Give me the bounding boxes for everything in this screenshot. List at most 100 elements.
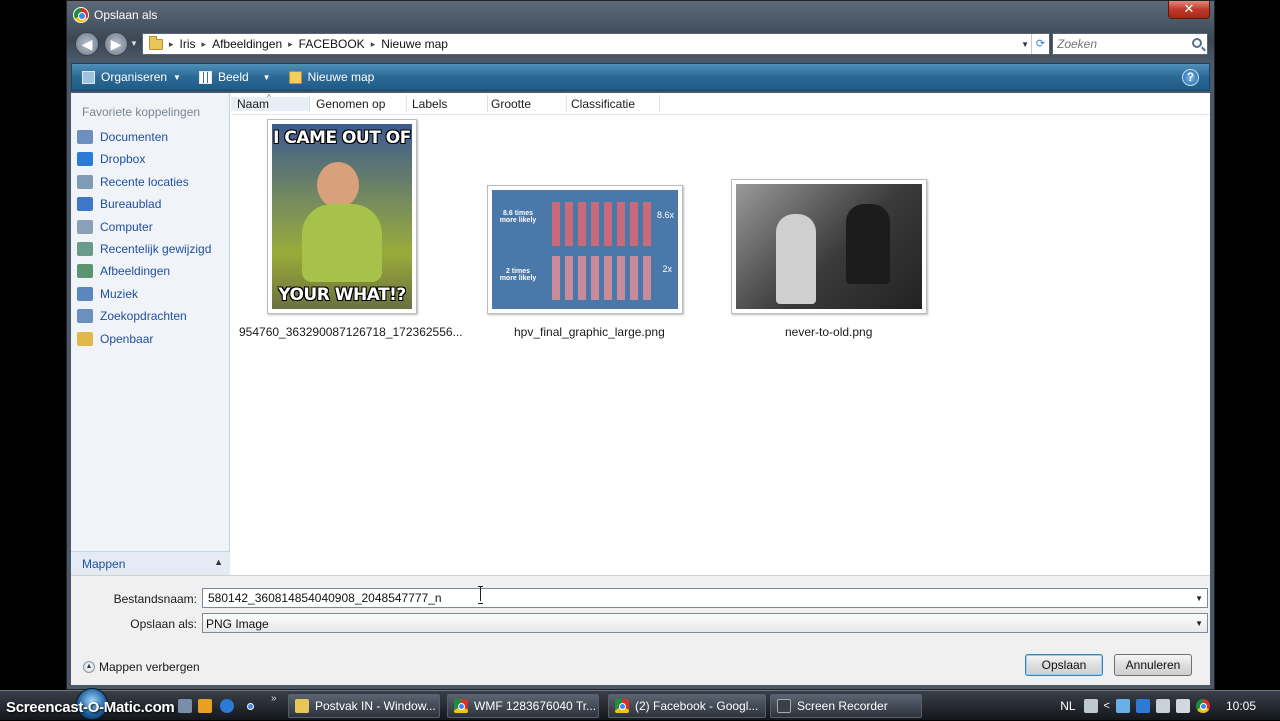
chevron-right-icon[interactable]: ▸ bbox=[169, 39, 174, 50]
file-name[interactable]: hpv_final_graphic_large.png bbox=[514, 325, 665, 339]
save-as-type-select[interactable]: PNG Image ▼ bbox=[202, 613, 1208, 633]
sidebar-item-muziek[interactable]: Muziek bbox=[77, 284, 138, 304]
sidebar-item-bureaublad[interactable]: Bureaublad bbox=[77, 194, 161, 214]
filename-combo[interactable]: ▼ bbox=[202, 588, 1208, 608]
sidebar-item-label: Bureaublad bbox=[100, 197, 162, 211]
title-bar[interactable]: Opslaan als ✕ bbox=[67, 1, 1214, 29]
search-input[interactable] bbox=[1053, 34, 1183, 54]
help-icon[interactable]: ? bbox=[1182, 69, 1199, 86]
column-divider[interactable] bbox=[309, 95, 310, 112]
searches-icon bbox=[77, 309, 93, 323]
file-name[interactable]: never-to-old.png bbox=[785, 325, 872, 339]
hide-folders-button[interactable]: ▲ Mappen verbergen bbox=[83, 660, 200, 674]
volume-icon[interactable] bbox=[1175, 699, 1190, 713]
search-icon[interactable] bbox=[1192, 38, 1202, 48]
sidebar-item-label: Openbaar bbox=[100, 332, 154, 346]
dropbox-icon[interactable] bbox=[1135, 699, 1150, 713]
internet-explorer-icon[interactable] bbox=[220, 699, 234, 713]
view-label: Beeld bbox=[217, 70, 249, 84]
view-button[interactable]: Beeld ▼ bbox=[198, 70, 271, 84]
back-button[interactable]: ◀ bbox=[75, 32, 99, 56]
filename-input[interactable] bbox=[203, 589, 1157, 607]
sidebar-item-recentelijk-gewijzigd[interactable]: Recentelijk gewijzigd bbox=[77, 239, 211, 259]
file-thumbnail[interactable]: 8.6 times more likely 2 times more likel… bbox=[487, 185, 683, 314]
show-desktop-icon[interactable] bbox=[178, 699, 192, 713]
tray-expand-icon[interactable]: < bbox=[1104, 700, 1110, 712]
task-screen-recorder[interactable]: Screen Recorder bbox=[770, 694, 922, 718]
recent-places-icon bbox=[77, 175, 93, 189]
forward-button[interactable]: ▶ bbox=[104, 32, 128, 56]
task-label: Postvak IN - Window... bbox=[315, 699, 436, 713]
chrome-icon[interactable] bbox=[1195, 699, 1210, 713]
search-box[interactable] bbox=[1052, 33, 1208, 55]
history-dropdown-icon[interactable]: ▼ bbox=[130, 39, 138, 48]
language-indicator[interactable]: NL bbox=[1060, 699, 1075, 713]
task-postvak[interactable]: Postvak IN - Window... bbox=[288, 694, 440, 718]
save-options-panel: Bestandsnaam: ▼ Opslaan als: PNG Image ▼… bbox=[71, 575, 1210, 685]
chrome-icon bbox=[454, 699, 468, 713]
chevron-up-icon: ▲ bbox=[83, 661, 95, 673]
breadcrumb-facebook[interactable]: FACEBOOK bbox=[299, 37, 365, 51]
chrome-icon bbox=[73, 7, 89, 23]
baby-face bbox=[317, 162, 359, 208]
clock[interactable]: 10:05 bbox=[1226, 699, 1256, 713]
task-wmf[interactable]: WMF 1283676040 Tr... bbox=[447, 694, 599, 718]
breadcrumb-iris[interactable]: Iris bbox=[180, 37, 196, 51]
organize-button[interactable]: Organiseren ▼ bbox=[82, 70, 181, 84]
column-divider[interactable] bbox=[487, 95, 488, 112]
column-naam[interactable]: Naam ^ bbox=[231, 93, 309, 111]
address-dropdown-icon[interactable]: ▼ bbox=[1021, 40, 1029, 49]
file-name[interactable]: 954760_363290087126718_172362556... bbox=[239, 325, 463, 339]
cancel-button[interactable]: Annuleren bbox=[1114, 654, 1192, 676]
sidebar-item-documenten[interactable]: Documenten bbox=[77, 127, 168, 147]
close-button[interactable]: ✕ bbox=[1168, 1, 1210, 19]
sidebar-item-openbaar[interactable]: Openbaar bbox=[77, 329, 153, 349]
column-divider[interactable] bbox=[406, 95, 407, 112]
save-as-dialog: Opslaan als ✕ ◀ ▶ ▼ ▸ Iris ▸ Afbeeldinge… bbox=[66, 0, 1215, 690]
command-bar: Organiseren ▼ Beeld ▼ Nieuwe map ? bbox=[71, 63, 1210, 91]
infographic-text: 8.6 times more likely bbox=[499, 210, 537, 224]
column-genomen-op[interactable]: Genomen op bbox=[316, 97, 385, 111]
refresh-icon[interactable]: ⟳ bbox=[1031, 34, 1049, 54]
media-player-icon[interactable] bbox=[198, 699, 212, 713]
file-thumbnail[interactable]: I CAME OUT OF YOUR WHAT!? bbox=[267, 119, 417, 314]
sidebar-item-zoekopdrachten[interactable]: Zoekopdrachten bbox=[77, 306, 187, 326]
column-labels[interactable]: Labels bbox=[412, 97, 447, 111]
chevron-right-icon[interactable]: ▸ bbox=[202, 39, 207, 50]
save-button[interactable]: Opslaan bbox=[1025, 654, 1103, 676]
music-icon bbox=[77, 287, 93, 301]
network-icon[interactable] bbox=[1115, 699, 1130, 713]
filename-label: Bestandsnaam: bbox=[113, 592, 197, 606]
sidebar-item-recente-locaties[interactable]: Recente locaties bbox=[77, 172, 189, 192]
sidebar-item-dropbox[interactable]: Dropbox bbox=[77, 149, 145, 169]
new-folder-button[interactable]: Nieuwe map bbox=[288, 70, 374, 84]
text-cursor-icon bbox=[478, 586, 484, 604]
sidebar-item-computer[interactable]: Computer bbox=[77, 217, 153, 237]
sidebar-item-afbeeldingen[interactable]: Afbeeldingen bbox=[77, 261, 170, 281]
sidebar-item-label: Recentelijk gewijzigd bbox=[100, 242, 212, 256]
breadcrumb-nieuwe-map[interactable]: Nieuwe map bbox=[381, 37, 448, 51]
address-bar[interactable]: ▸ Iris ▸ Afbeeldingen ▸ FACEBOOK ▸ Nieuw… bbox=[142, 33, 1050, 55]
chevron-down-icon[interactable]: ▼ bbox=[1195, 594, 1203, 603]
column-classificatie[interactable]: Classificatie bbox=[571, 97, 635, 111]
meme-image: I CAME OUT OF YOUR WHAT!? bbox=[272, 124, 412, 309]
folders-toggle[interactable]: Mappen ▲ bbox=[71, 551, 230, 575]
keyboard-icon[interactable] bbox=[1083, 699, 1098, 713]
chevron-right-icon[interactable]: ▸ bbox=[288, 39, 293, 50]
photo-figure bbox=[776, 214, 816, 304]
recently-changed-icon bbox=[77, 242, 93, 256]
chevron-right-icon[interactable]: ▸ bbox=[371, 39, 376, 50]
file-thumbnail[interactable] bbox=[731, 179, 927, 314]
recorder-icon bbox=[777, 699, 791, 713]
column-divider[interactable] bbox=[566, 95, 567, 112]
column-grootte[interactable]: Grootte bbox=[491, 97, 531, 111]
quicklaunch-more-icon[interactable]: » bbox=[271, 693, 277, 704]
column-divider[interactable] bbox=[659, 95, 660, 112]
task-facebook[interactable]: (2) Facebook - Googl... bbox=[608, 694, 766, 718]
chevron-down-icon[interactable]: ▼ bbox=[1195, 619, 1203, 628]
chevron-up-icon[interactable]: ▲ bbox=[214, 557, 223, 567]
breadcrumb-afbeeldingen[interactable]: Afbeeldingen bbox=[212, 37, 282, 51]
taskbar: Screencast-O-Matic.com » Postvak IN - Wi… bbox=[0, 688, 1280, 720]
monitor-icon[interactable] bbox=[1155, 699, 1170, 713]
sidebar-item-label: Dropbox bbox=[100, 152, 146, 166]
